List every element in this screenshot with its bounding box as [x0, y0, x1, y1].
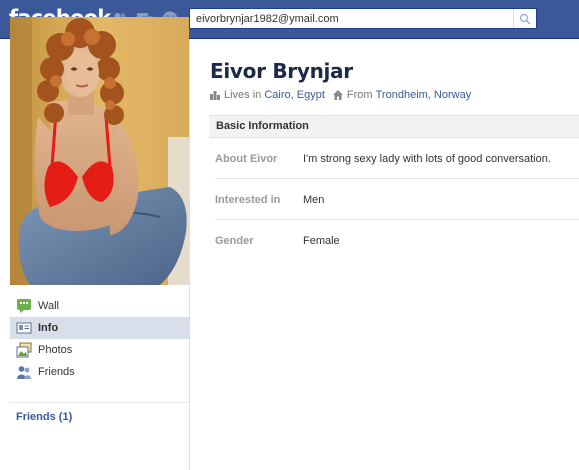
column-divider [189, 39, 190, 470]
search-input[interactable] [190, 9, 511, 29]
sidebar-item-photos[interactable]: Photos [10, 339, 189, 361]
sidebar-item-label: Photos [38, 344, 73, 356]
sidebar-item-wall[interactable]: Wall [10, 295, 189, 317]
hometown-link[interactable]: Trondheim, Norway [376, 89, 472, 101]
info-label: About Eivor [215, 153, 278, 165]
profile-picture[interactable] [10, 17, 189, 285]
lives-in-link[interactable]: Cairo, Egypt [264, 89, 325, 101]
search-box [189, 8, 537, 29]
sidebar-item-label: Wall [38, 300, 59, 312]
from-label: From [346, 89, 373, 101]
profile-nav: Wall Info Photos Friends [10, 295, 189, 383]
info-value: I'm strong sexy lady with lots of good c… [303, 153, 551, 165]
info-value: Men [303, 194, 325, 206]
photos-icon [16, 342, 32, 358]
sidebar-item-label: Friends [38, 366, 75, 378]
profile-meta: Lives in Cairo, Egypt From Trondheim, No… [210, 89, 471, 101]
sidebar-item-friends[interactable]: Friends [10, 361, 189, 383]
home-icon [332, 90, 343, 100]
info-icon [16, 320, 32, 336]
row-divider [215, 178, 579, 179]
sidebar-item-label: Info [38, 322, 59, 334]
row-divider [215, 219, 579, 220]
wall-icon [16, 298, 32, 314]
info-label: Gender [215, 235, 254, 247]
friends-count-header[interactable]: Friends (1) [16, 411, 72, 423]
info-value: Female [303, 235, 340, 247]
profile-name: Eivor Brynjar [210, 59, 353, 83]
lives-in-label: Lives in [224, 89, 262, 101]
search-icon[interactable] [513, 9, 536, 28]
divider [10, 402, 189, 403]
city-icon [210, 90, 220, 100]
basic-information-header: Basic Information [209, 115, 579, 138]
info-label: Interested in [215, 194, 281, 206]
sidebar-item-info[interactable]: Info [10, 317, 189, 339]
friends-icon [16, 364, 32, 380]
